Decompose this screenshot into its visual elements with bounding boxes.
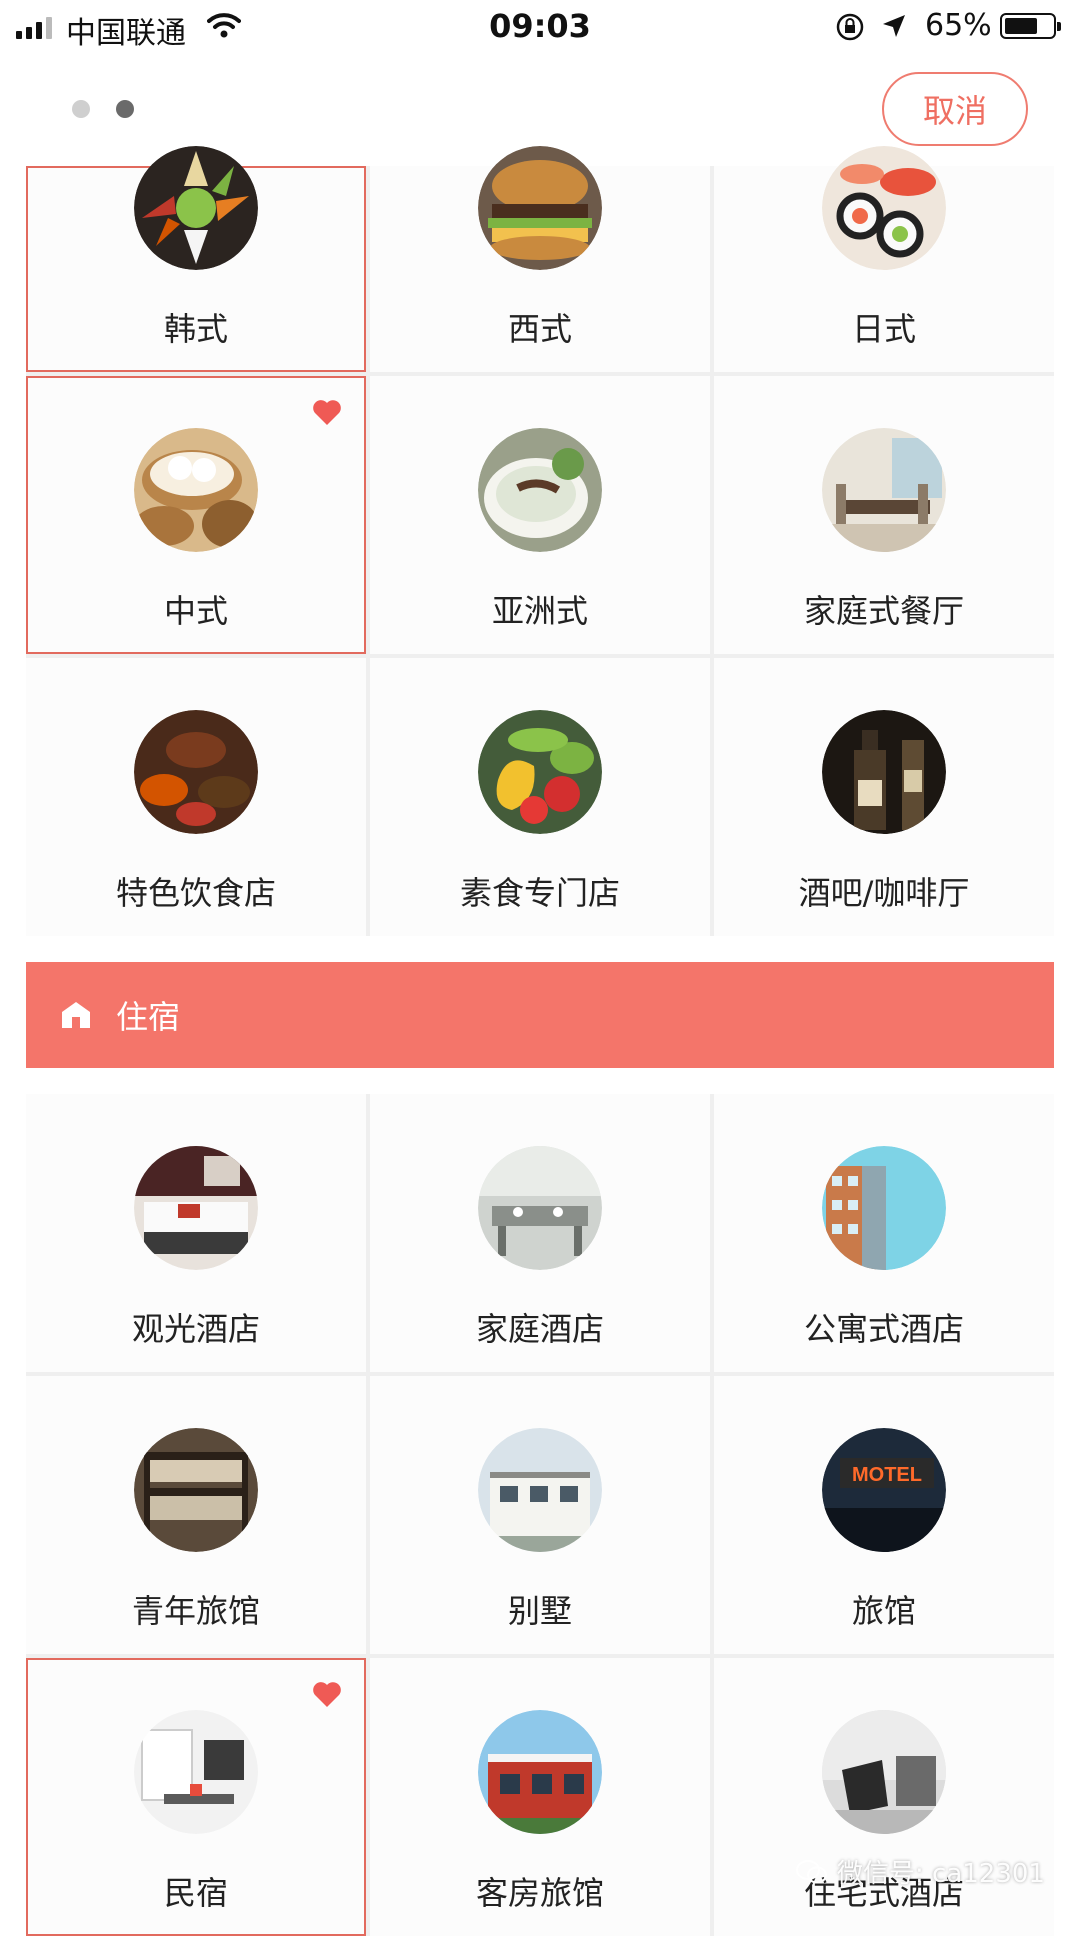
rotation-lock-icon — [836, 13, 864, 41]
category-image — [134, 710, 258, 834]
lodging-section-header: 住宿 — [26, 962, 1054, 1068]
category-tile[interactable]: 住宅式酒店 — [714, 1658, 1054, 1936]
category-label: 韩式 — [163, 310, 228, 348]
wechat-icon — [796, 1859, 827, 1883]
category-tile[interactable]: MOTEL 旅馆 — [714, 1376, 1054, 1654]
category-label: 客房旅馆 — [475, 1874, 604, 1912]
location-arrow-icon — [883, 15, 905, 37]
category-label: 家庭酒店 — [475, 1310, 604, 1348]
category-image — [822, 428, 946, 552]
heart-icon[interactable] — [312, 1680, 342, 1708]
category-image — [478, 710, 602, 834]
category-label: 亚洲式 — [491, 592, 588, 630]
category-tile[interactable]: 特色饮食店 — [26, 658, 366, 936]
svg-text:MOTEL: MOTEL — [852, 1464, 922, 1486]
category-tile[interactable]: 别墅 — [370, 1376, 710, 1654]
category-label: 特色饮食店 — [115, 874, 276, 912]
category-image: MOTEL — [822, 1428, 946, 1552]
wechat-watermark: 微信号: ca12301 — [795, 1853, 1045, 1890]
category-label: 西式 — [507, 310, 572, 348]
category-image — [134, 428, 258, 552]
category-label: 青年旅馆 — [131, 1592, 260, 1630]
category-tile[interactable]: 西式 — [370, 146, 710, 372]
category-tile[interactable]: 酒吧/咖啡厅 — [714, 658, 1054, 936]
category-image — [478, 146, 602, 270]
cancel-button[interactable]: 取消 — [882, 72, 1028, 146]
category-image — [822, 146, 946, 270]
category-label: 家庭式餐厅 — [803, 592, 964, 630]
category-label: 公寓式酒店 — [803, 1310, 964, 1348]
category-image — [134, 1710, 258, 1834]
category-tile[interactable]: 家庭酒店 — [370, 1094, 710, 1372]
page-dot-active — [116, 100, 134, 118]
category-tile[interactable]: 亚洲式 — [370, 376, 710, 654]
heart-icon[interactable] — [312, 398, 342, 426]
clock: 09:03 — [489, 7, 591, 45]
category-tile[interactable]: 观光酒店 — [26, 1094, 366, 1372]
category-image — [478, 428, 602, 552]
battery-percent: 65% — [925, 8, 992, 43]
category-tile[interactable]: 韩式 — [26, 146, 366, 372]
battery-icon — [1000, 13, 1061, 39]
category-label: 酒吧/咖啡厅 — [798, 874, 970, 912]
watermark-text: 微信号: ca12301 — [837, 1859, 1045, 1889]
category-label: 民宿 — [163, 1874, 228, 1912]
category-image — [478, 1710, 602, 1834]
category-image — [822, 710, 946, 834]
category-label: 旅馆 — [851, 1592, 916, 1630]
category-tile[interactable]: 青年旅馆 — [26, 1376, 366, 1654]
category-tile[interactable]: 素食专门店 — [370, 658, 710, 936]
category-image — [822, 1146, 946, 1270]
category-label: 别墅 — [507, 1592, 572, 1630]
house-icon — [62, 1002, 90, 1028]
section-title: 住宿 — [116, 998, 181, 1036]
category-label: 日式 — [851, 310, 916, 348]
category-image — [822, 1710, 946, 1834]
category-image — [134, 1146, 258, 1270]
category-label: 观光酒店 — [131, 1310, 260, 1348]
category-image — [478, 1428, 602, 1552]
category-tile[interactable]: 客房旅馆 — [370, 1658, 710, 1936]
category-tile[interactable]: 家庭式餐厅 — [714, 376, 1054, 654]
category-label: 素食专门店 — [459, 874, 620, 912]
page-indicator — [72, 100, 134, 118]
category-tile[interactable]: 民宿 — [26, 1658, 366, 1936]
status-bar: 中国联通 09:03 65% — [0, 0, 1080, 56]
lodging-category-grid: 观光酒店 家庭酒店 公寓式酒店青年旅馆 别墅 MOTEL 旅馆民宿 客房旅馆 住宅式酒店 — [26, 1094, 1054, 1936]
category-image — [134, 1428, 258, 1552]
page-dot — [72, 100, 90, 118]
category-image — [478, 1146, 602, 1270]
category-tile[interactable]: 中式 — [26, 376, 366, 654]
category-tile[interactable]: 日式 — [714, 146, 1054, 372]
dining-category-grid: 韩式 西式 日式中式 亚洲式 家庭式餐厅特色饮食店 素食专门店 酒吧/咖啡厅 — [26, 146, 1054, 936]
category-label: 中式 — [163, 592, 228, 630]
category-tile[interactable]: 公寓式酒店 — [714, 1094, 1054, 1372]
category-image — [134, 146, 258, 270]
